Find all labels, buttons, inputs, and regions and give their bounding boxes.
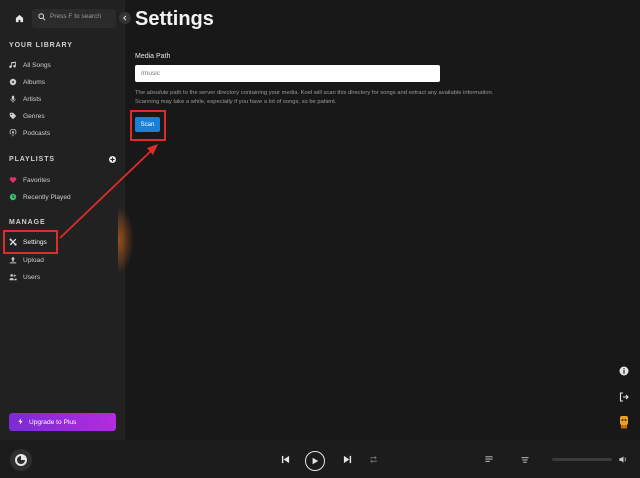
koel-logo-icon (15, 454, 27, 466)
repeat-button[interactable] (366, 452, 380, 466)
play-icon (312, 457, 319, 465)
logout-button[interactable] (616, 389, 632, 405)
profile-avatar[interactable] (616, 414, 632, 430)
play-button[interactable] (305, 451, 325, 471)
previous-button[interactable] (278, 452, 292, 466)
visualizer-button[interactable] (518, 452, 532, 466)
album-art[interactable] (10, 449, 32, 471)
logout-icon (619, 392, 629, 402)
avatar (620, 416, 628, 429)
skip-previous-icon (281, 455, 289, 463)
repeat-icon (369, 455, 377, 463)
queue-button[interactable] (482, 452, 496, 466)
next-button[interactable] (340, 452, 354, 466)
volume-button[interactable] (616, 452, 630, 466)
volume-icon (619, 455, 626, 463)
about-button[interactable] (616, 363, 632, 379)
skip-next-icon (343, 455, 351, 463)
annotation-arrow (59, 144, 158, 239)
chevron-left-icon (123, 15, 127, 21)
queue-icon (485, 455, 493, 462)
collapse-sidebar-button[interactable] (119, 12, 131, 24)
equalizer-icon (521, 456, 529, 463)
info-icon (619, 366, 629, 376)
volume-slider[interactable] (552, 458, 612, 461)
